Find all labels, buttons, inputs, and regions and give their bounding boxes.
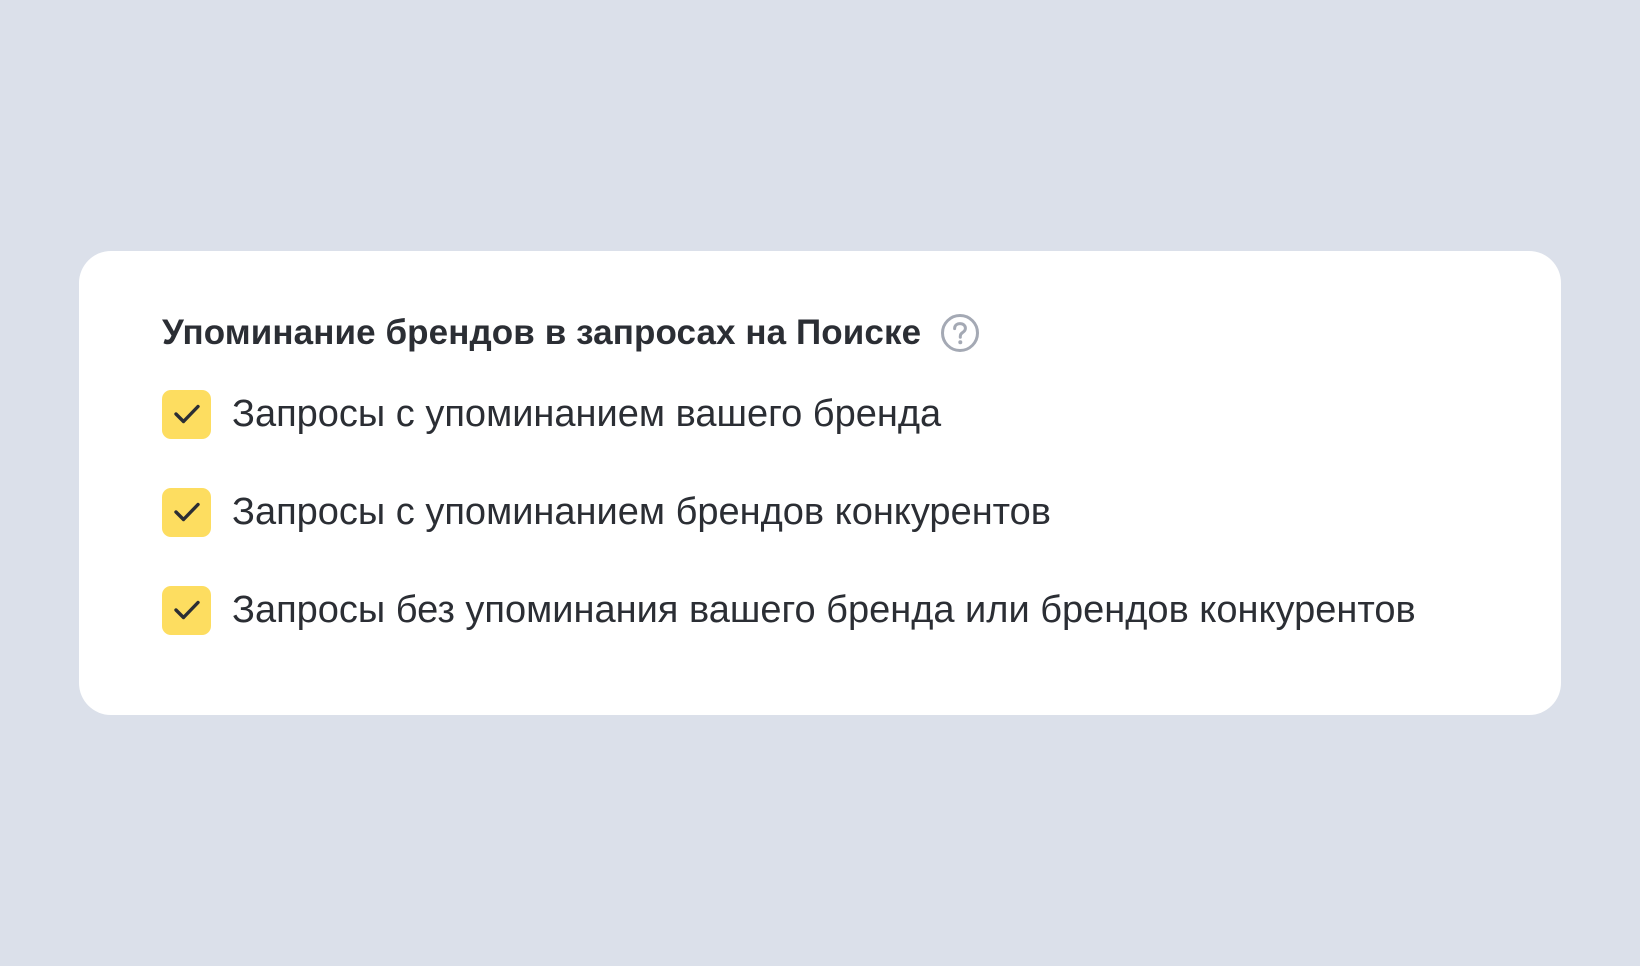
checkbox-own-brand[interactable] <box>162 389 211 439</box>
brand-mentions-card: Упоминание брендов в запросах на Поиске … <box>79 251 1561 715</box>
option-own-brand[interactable]: Запросы с упоминанием вашего бренда <box>162 389 1561 439</box>
checkmark-icon <box>173 600 200 620</box>
checkbox-competitor-brands[interactable] <box>162 487 211 537</box>
option-label: Запросы без упоминания вашего бренда или… <box>232 588 1416 631</box>
option-competitor-brands[interactable]: Запросы с упоминанием брендов конкуренто… <box>162 487 1561 537</box>
checkmark-icon <box>173 404 200 424</box>
section-title: Упоминание брендов в запросах на Поиске <box>162 313 922 352</box>
question-circle-icon[interactable] <box>940 313 980 353</box>
section-header: Упоминание брендов в запросах на Поиске <box>162 307 1561 359</box>
brand-mention-options: Запросы с упоминанием вашего бренда Запр… <box>162 389 1561 635</box>
option-label: Запросы с упоминанием вашего бренда <box>232 392 942 435</box>
checkbox-no-brand[interactable] <box>162 585 211 635</box>
option-no-brand[interactable]: Запросы без упоминания вашего бренда или… <box>162 585 1561 635</box>
checkmark-icon <box>173 502 200 522</box>
option-label: Запросы с упоминанием брендов конкуренто… <box>232 490 1051 533</box>
